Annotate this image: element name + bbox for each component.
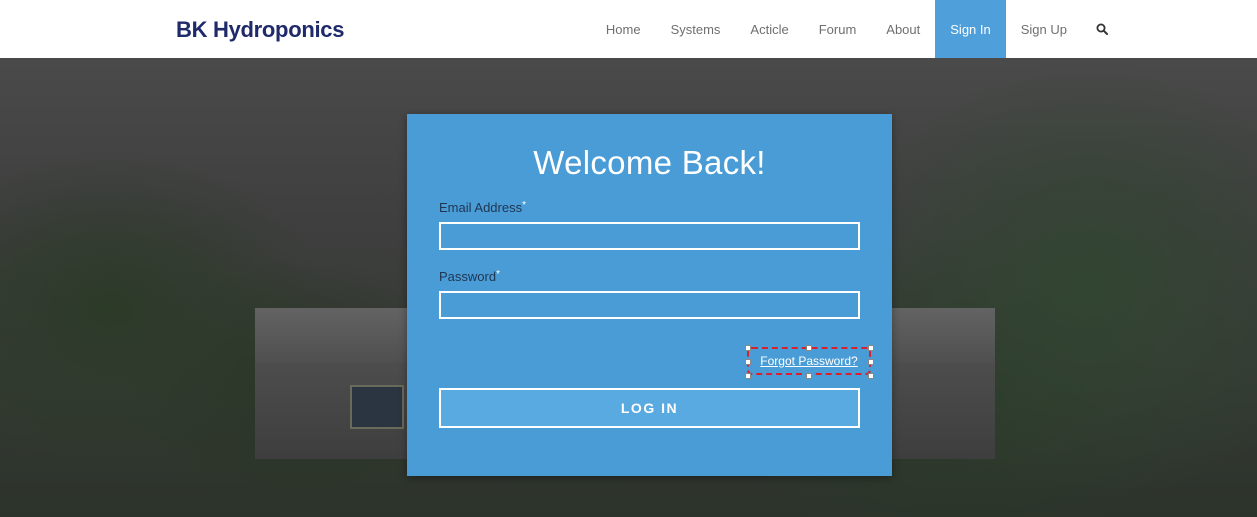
selection-handle (868, 359, 874, 365)
selection-handle (806, 373, 812, 379)
brand-logo[interactable]: BK Hydroponics (176, 17, 344, 43)
login-card: Welcome Back! Email Address* Password* F… (407, 114, 892, 476)
password-required-marker: * (496, 269, 500, 280)
password-input[interactable] (439, 291, 860, 319)
nav-forum[interactable]: Forum (804, 0, 872, 58)
email-input[interactable] (439, 222, 860, 250)
nav-about[interactable]: About (871, 0, 935, 58)
email-required-marker: * (522, 200, 526, 211)
page: BK Hydroponics Home Systems Acticle Foru… (0, 0, 1257, 517)
nav-home[interactable]: Home (591, 0, 656, 58)
selection-handle (806, 345, 812, 351)
site-header: BK Hydroponics Home Systems Acticle Foru… (0, 0, 1257, 59)
nav-systems[interactable]: Systems (656, 0, 736, 58)
forgot-password-selection: Forgot Password? (747, 347, 871, 375)
login-title: Welcome Back! (533, 144, 766, 181)
forgot-password-link[interactable]: Forgot Password? (760, 354, 857, 368)
search-icon[interactable] (1082, 0, 1122, 58)
email-label-text: Email Address (439, 200, 523, 215)
password-label: Password* (439, 269, 500, 284)
nav-sign-up[interactable]: Sign Up (1006, 0, 1082, 58)
selection-handle (868, 373, 874, 379)
nav-article[interactable]: Acticle (735, 0, 803, 58)
selection-handle (745, 359, 751, 365)
nav-sign-in[interactable]: Sign In (935, 0, 1006, 58)
email-label: Email Address* (439, 200, 526, 215)
password-label-text: Password (439, 269, 497, 284)
background-window (350, 385, 404, 429)
main-nav: Home Systems Acticle Forum About Sign In… (591, 0, 1257, 58)
login-button[interactable]: LOG IN (439, 388, 860, 428)
selection-handle (745, 345, 751, 351)
selection-handle (868, 345, 874, 351)
selection-handle (745, 373, 751, 379)
